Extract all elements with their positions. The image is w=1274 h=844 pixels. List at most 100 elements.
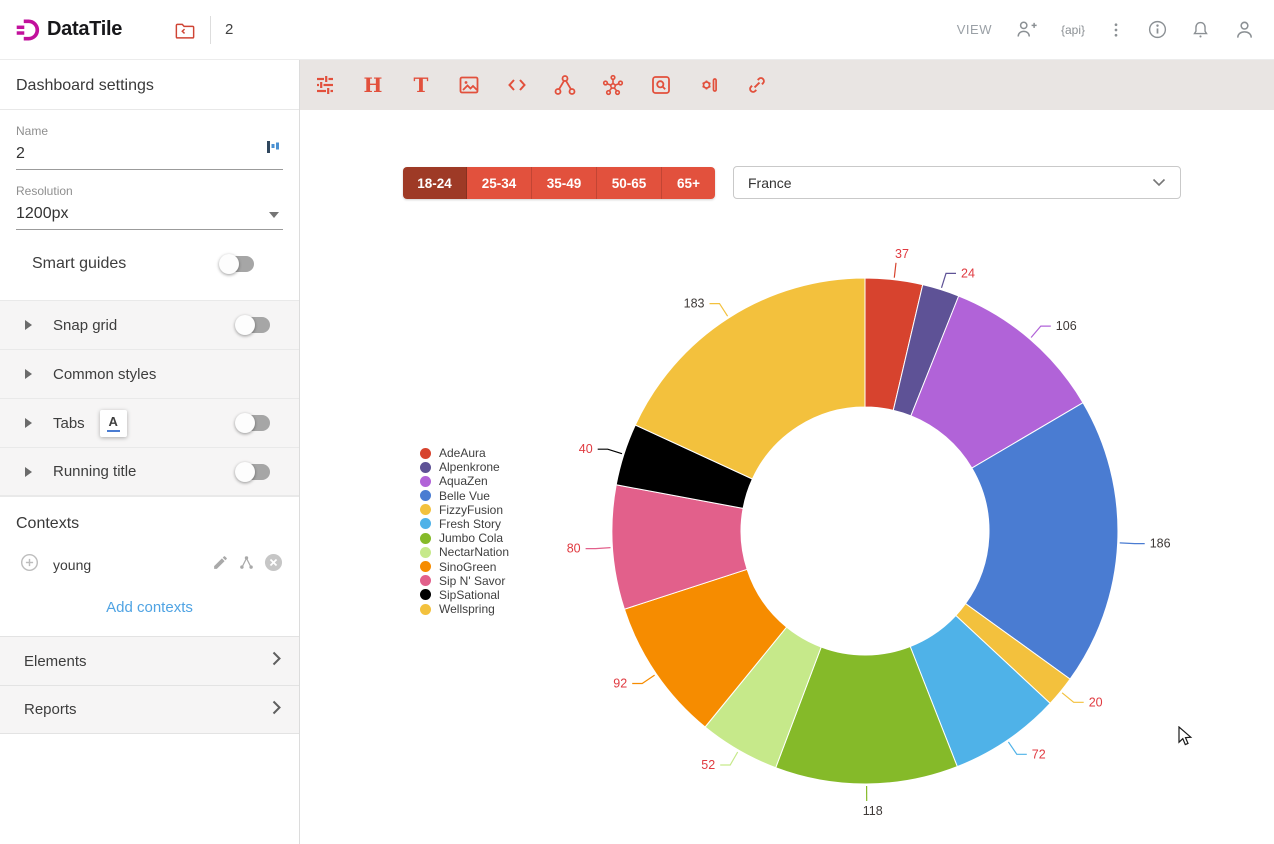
logo-text: DataTile (47, 18, 122, 41)
name-field-value[interactable]: 2 (16, 138, 283, 170)
slice-value-label: 92 (613, 677, 627, 691)
legend-item-wellspring[interactable]: Wellspring (420, 602, 509, 616)
age-tab-35-49[interactable]: 35-49 (532, 167, 597, 199)
legend-item-sipsational[interactable]: SipSational (420, 588, 509, 602)
legend-item-alpenkrone[interactable]: Alpenkrone (420, 460, 509, 474)
cluster-icon[interactable] (601, 73, 625, 97)
legend-item-aquazen[interactable]: AquaZen (420, 474, 509, 488)
legend-swatch (420, 604, 431, 615)
sidebar-nav-elements[interactable]: Elements (0, 636, 299, 685)
smart-guides-label: Smart guides (32, 255, 126, 273)
legend-label: Jumbo Cola (439, 531, 503, 545)
slice-value-label: 24 (961, 266, 975, 280)
sidebar-section-running-title[interactable]: Running title (0, 447, 299, 496)
api-icon[interactable]: {api} (1061, 23, 1085, 37)
legend-item-nectarnation[interactable]: NectarNation (420, 545, 509, 559)
add-circle-icon[interactable] (20, 553, 39, 577)
slice-value-label: 183 (684, 297, 705, 311)
legend-item-sip-n-savor[interactable]: Sip N' Savor (420, 574, 509, 588)
name-field-label: Name (16, 124, 283, 138)
label-leader-line (720, 752, 738, 765)
legend-swatch (420, 547, 431, 558)
name-field[interactable]: Name 2 (16, 124, 283, 170)
section-label: Snap grid (53, 317, 117, 334)
legend-label: AdeAura (439, 446, 486, 460)
chevron-down-icon (1152, 178, 1166, 187)
legend-item-sinogreen[interactable]: SinoGreen (420, 560, 509, 574)
label-leader-line (1120, 543, 1145, 544)
label-leader-line (632, 675, 654, 683)
section-label: Common styles (53, 366, 156, 383)
resolution-field[interactable]: Resolution 1200px (16, 184, 283, 230)
label-leader-line (586, 548, 611, 549)
chevron-down-icon[interactable] (269, 212, 279, 218)
add-user-icon[interactable] (1014, 18, 1039, 42)
label-leader-line (710, 304, 728, 317)
kebab-menu-icon[interactable] (1107, 19, 1125, 41)
slice-value-label: 186 (1150, 537, 1171, 551)
age-tab-65+[interactable]: 65+ (662, 167, 715, 199)
age-group-tabs: 18-2425-3435-4950-6565+ (403, 167, 715, 199)
legend-item-jumbo-cola[interactable]: Jumbo Cola (420, 531, 509, 545)
legend-label: AquaZen (439, 474, 488, 488)
tabs-font-style-icon[interactable]: A (100, 410, 127, 437)
slice-value-label: 118 (863, 804, 883, 818)
age-tab-25-34[interactable]: 25-34 (467, 167, 532, 199)
country-select[interactable]: France (733, 166, 1181, 199)
snap-grid-toggle[interactable] (235, 315, 271, 335)
tabs-toggle[interactable] (235, 413, 271, 433)
add-contexts-link[interactable]: Add contexts (0, 583, 299, 636)
share-context-icon[interactable] (238, 554, 255, 576)
image-icon[interactable] (457, 73, 481, 97)
slice-value-label: 72 (1032, 747, 1046, 761)
account-icon[interactable] (1233, 18, 1256, 41)
heading-icon[interactable]: H (361, 73, 385, 97)
label-leader-line (942, 273, 957, 287)
slice-value-label: 40 (579, 442, 593, 456)
sidebar-title: Dashboard settings (0, 60, 299, 110)
expander-triangle-icon[interactable] (25, 320, 32, 330)
sidebar-nav-reports[interactable]: Reports (0, 685, 299, 734)
notifications-icon[interactable] (1190, 19, 1211, 41)
legend-item-belle-vue[interactable]: Belle Vue (420, 489, 509, 503)
toggle-knob (235, 413, 255, 433)
chevron-right-icon (272, 700, 281, 720)
share-icon[interactable] (553, 73, 577, 97)
insert-chart-icon[interactable] (266, 139, 279, 160)
text-icon[interactable]: T (409, 73, 433, 97)
legend-item-adeaura[interactable]: AdeAura (420, 446, 509, 460)
label-leader-line (1031, 326, 1051, 337)
code-icon[interactable] (505, 73, 529, 97)
expander-triangle-icon[interactable] (25, 418, 32, 428)
folder-back-icon[interactable] (174, 20, 196, 40)
search-box-icon[interactable] (649, 73, 673, 97)
edit-pencil-icon[interactable] (212, 554, 229, 576)
toggle-knob (219, 254, 239, 274)
label-leader-line (1008, 742, 1026, 754)
resolution-field-value[interactable]: 1200px (16, 198, 283, 230)
link-icon[interactable] (745, 73, 769, 97)
running-title-toggle[interactable] (235, 462, 271, 482)
sliders-icon[interactable] (313, 73, 337, 97)
sidebar-section-tabs[interactable]: TabsA (0, 398, 299, 447)
legend-item-fizzyfusion[interactable]: FizzyFusion (420, 503, 509, 517)
app-logo[interactable]: DataTile (14, 17, 122, 43)
remove-context-icon[interactable] (264, 553, 283, 577)
expander-triangle-icon[interactable] (25, 467, 32, 477)
section-label: Running title (53, 463, 136, 480)
age-tab-50-65[interactable]: 50-65 (597, 167, 662, 199)
toggle-knob (235, 462, 255, 482)
slice-value-label: 106 (1056, 319, 1077, 333)
slice-value-label: 80 (567, 542, 581, 556)
age-tab-18-24[interactable]: 18-24 (403, 167, 467, 199)
smart-guides-toggle[interactable] (219, 254, 255, 274)
widget-settings-icon[interactable] (697, 73, 721, 97)
legend-item-fresh-story[interactable]: Fresh Story (420, 517, 509, 531)
sidebar-section-snap-grid[interactable]: Snap grid (0, 300, 299, 349)
expander-triangle-icon[interactable] (25, 369, 32, 379)
sidebar-section-common-styles[interactable]: Common styles (0, 349, 299, 398)
label-leader-line (598, 449, 622, 454)
legend-swatch (420, 561, 431, 572)
info-icon[interactable] (1147, 19, 1168, 40)
view-mode-label[interactable]: VIEW (957, 22, 992, 37)
